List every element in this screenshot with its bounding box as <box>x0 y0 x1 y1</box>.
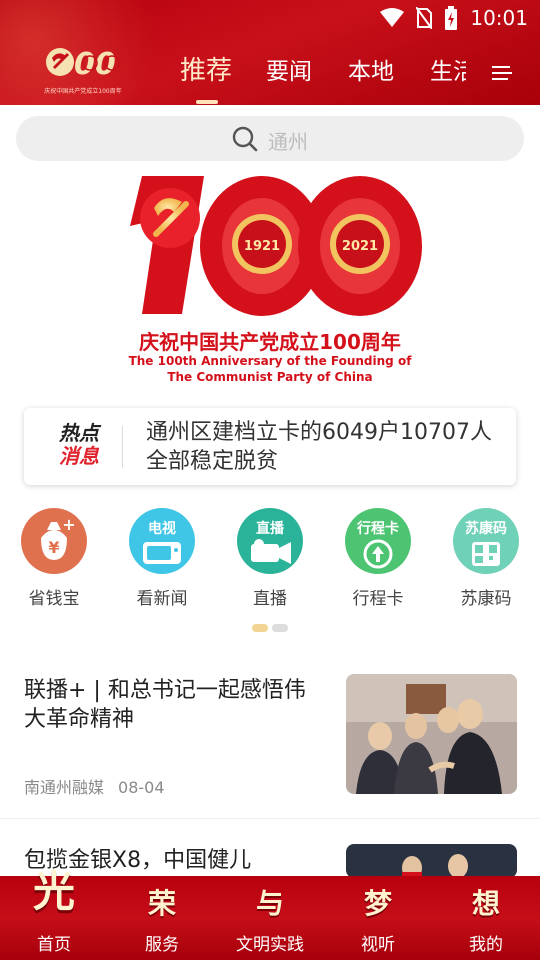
hot-badge-line2: 消息 <box>59 444 99 468</box>
banner-year-right: 2021 <box>342 239 378 254</box>
nav-home-icon[interactable]: 光 <box>14 858 94 928</box>
banner-year-left: 1921 <box>244 239 280 254</box>
status-time: 10:01 <box>470 6 528 30</box>
quick-item-live[interactable]: 直播 直播 <box>220 508 320 609</box>
status-bar: 10:01 <box>0 0 540 36</box>
quick-item-health-code[interactable]: 苏康码 苏康码 <box>436 508 536 609</box>
news-thumbnail <box>346 844 517 878</box>
status-icons: 10:01 <box>380 6 528 30</box>
hot-news-divider <box>122 426 123 468</box>
hamburger-icon <box>492 66 512 80</box>
banner-100-graphic: 1921 2021 <box>130 176 422 316</box>
no-sim-icon <box>416 7 433 29</box>
app-header: 10:01 00 庆祝中国共产党成立100周年 推荐 要闻 本地 生活 <box>0 0 540 105</box>
quick-item-news[interactable]: 电视 看新闻 <box>112 508 212 609</box>
channel-tabs: 推荐 要闻 本地 生活 <box>166 52 466 102</box>
battery-icon <box>445 6 458 30</box>
nav-label-services: 服务 <box>145 935 179 955</box>
active-tab-indicator <box>196 100 218 104</box>
quick-label-health-code: 苏康码 <box>460 589 512 609</box>
hot-news-badge: 热点 消息 <box>52 422 106 468</box>
hot-badge-line1: 热点 <box>59 421 99 445</box>
logo-caption: 庆祝中国共产党成立100周年 <box>44 88 122 95</box>
news-title: 联播+ | 和总书记一起感悟伟大革命精神 <box>24 678 306 732</box>
tv-icon: 电视 <box>129 508 195 574</box>
nav-glyph-civilization: 与 <box>255 887 284 920</box>
tab-headlines[interactable]: 要闻 <box>266 52 312 86</box>
quick-item-itinerary[interactable]: 行程卡 行程卡 <box>328 508 428 609</box>
nav-mine[interactable]: 想 我的 <box>432 876 540 960</box>
search-icon <box>232 126 258 152</box>
nav-services[interactable]: 荣 服务 <box>108 876 216 960</box>
nav-civilization-icon: 与 <box>246 882 294 924</box>
qr-code-icon: 苏康码 <box>453 508 519 574</box>
camera-icon: 直播 <box>237 508 303 574</box>
quick-label-news: 看新闻 <box>136 589 188 609</box>
itinerary-icon: 行程卡 <box>345 508 411 574</box>
pager-dot[interactable] <box>272 624 288 632</box>
quick-item-savings[interactable]: ¥ + 省钱宝 <box>4 508 104 609</box>
tab-life[interactable]: 生活 <box>430 52 466 86</box>
svg-text:+: + <box>62 515 75 534</box>
feed-divider <box>0 818 540 819</box>
quick-label-savings: 省钱宝 <box>28 589 80 609</box>
news-source: 南通州融媒 <box>24 778 105 797</box>
quick-label-live: 直播 <box>253 589 287 609</box>
news-date: 08-04 <box>118 778 165 797</box>
wifi-icon <box>380 8 405 27</box>
nav-glyph-mine: 想 <box>471 887 500 920</box>
news-item[interactable]: 联播+ | 和总书记一起感悟伟大革命精神 南通州融媒 08-04 <box>0 672 540 812</box>
nav-glyph-audiovisual: 梦 <box>363 887 392 920</box>
nav-mine-icon: 想 <box>462 882 510 924</box>
hot-news-card[interactable]: 热点 消息 通州区建档立卡的6049户10707人全部稳定脱贫 <box>24 408 516 485</box>
svg-text:00: 00 <box>74 47 116 82</box>
quick-label-itinerary: 行程卡 <box>352 589 404 609</box>
party-anniversary-logo[interactable]: 00 庆祝中国共产党成立100周年 <box>40 40 126 98</box>
logo-100-icon: 00 <box>46 47 120 82</box>
hot-news-text: 通州区建档立卡的6049户10707人全部稳定脱贫 <box>146 420 492 474</box>
pager-dot-active[interactable] <box>252 624 268 632</box>
nav-services-icon: 荣 <box>138 882 186 924</box>
quick-access-grid: ¥ + 省钱宝 电视 看新闻 直播 直播 行程卡 行程卡 苏康码 苏康码 <box>0 508 540 618</box>
nav-audiovisual-icon: 梦 <box>354 882 402 924</box>
tab-recommend[interactable]: 推荐 <box>180 52 232 87</box>
banner-title-en-1: The 100th Anniversary of the Founding of <box>128 354 412 368</box>
tab-local[interactable]: 本地 <box>348 52 394 86</box>
carousel-pager <box>252 624 290 632</box>
search-bar[interactable]: 通州 <box>16 116 524 161</box>
money-bag-icon: ¥ + <box>21 508 87 574</box>
banner-title-en-2: The Communist Party of China <box>167 370 373 384</box>
nav-label-home: 首页 <box>37 935 71 955</box>
nav-civilization-practice[interactable]: 与 文明实践 <box>216 876 324 960</box>
news-thumbnail <box>346 674 517 794</box>
svg-text:¥: ¥ <box>48 538 59 557</box>
nav-audiovisual[interactable]: 梦 视听 <box>324 876 432 960</box>
nav-label-mine: 我的 <box>469 935 503 955</box>
nav-glyph-services: 荣 <box>147 887 176 920</box>
nav-label-civilization: 文明实践 <box>236 935 304 955</box>
banner-title-cn: 庆祝中国共产党成立100周年 <box>139 330 401 354</box>
nav-label-audiovisual: 视听 <box>361 935 395 955</box>
anniversary-banner[interactable]: 1921 2021 庆祝中国共产党成立100周年 The 100th Anniv… <box>112 168 428 388</box>
news-meta: 南通州融媒 08-04 <box>24 774 165 798</box>
nav-glyph-home: 光 <box>32 867 75 916</box>
search-placeholder: 通州 <box>268 130 308 154</box>
menu-button[interactable] <box>492 62 514 84</box>
